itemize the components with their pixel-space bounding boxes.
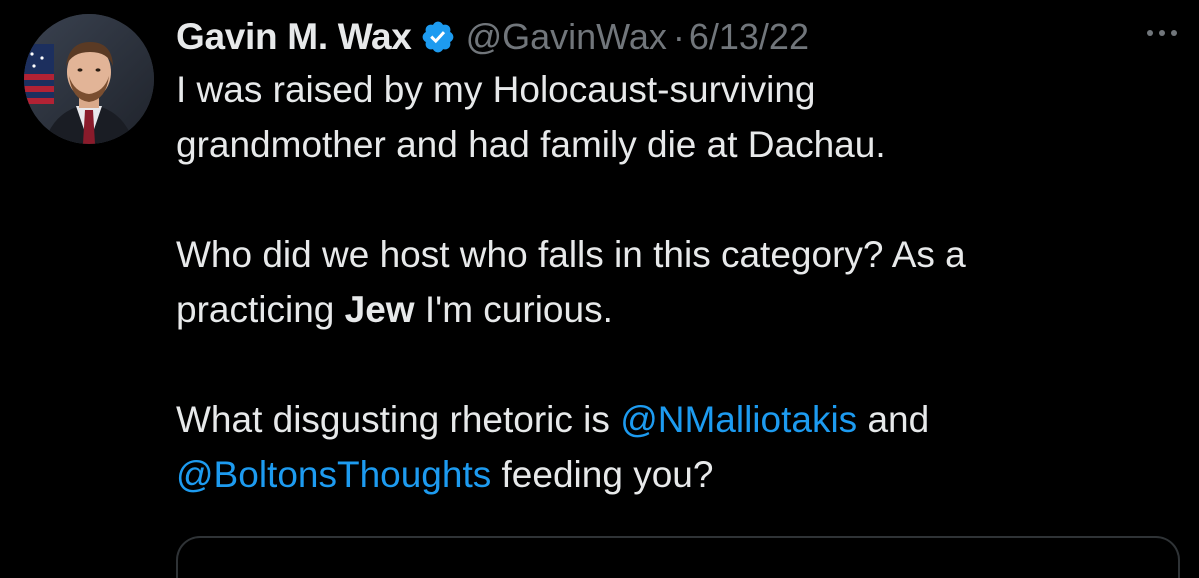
mention-link[interactable]: @BoltonsThoughts [176,454,491,495]
tweet-date[interactable]: 6/13/22 [689,16,809,58]
more-dot [1171,30,1177,36]
tweet-line: Who did we host who falls in this catego… [176,234,966,275]
text-segment: feeding you? [491,454,714,495]
text-segment: What disgusting rhetoric is [176,399,621,440]
tweet-line: @BoltonsThoughts feeding you? [176,447,1166,502]
avatar-photo [24,14,154,144]
more-options-icon[interactable] [1140,18,1184,48]
tweet-text: I was raised by my Holocaust-surviving g… [176,62,1166,502]
more-dot [1147,30,1153,36]
display-name[interactable]: Gavin M. Wax [176,16,412,58]
tweet-content: Gavin M. Wax @GavinWax · 6/13/22 I was r… [176,12,1166,502]
tweet-line: What disgusting rhetoric is @NMalliotaki… [176,392,1166,447]
text-segment: and [857,399,930,440]
text-segment: practicing [176,289,345,330]
separator-dot: · [672,16,685,57]
more-dot [1159,30,1165,36]
text-segment: I'm curious. [414,289,613,330]
verified-badge-icon[interactable] [420,19,456,55]
mention-link[interactable]: @NMalliotakis [620,399,857,440]
quoted-tweet-card[interactable] [176,536,1180,578]
tweet[interactable]: Gavin M. Wax @GavinWax · 6/13/22 I was r… [0,0,1199,578]
tweet-line: I was raised by my Holocaust-surviving [176,69,816,110]
tweet-header: Gavin M. Wax @GavinWax · 6/13/22 [176,12,1166,62]
avatar[interactable] [24,14,154,144]
bold-text: Jew [344,289,415,330]
tweet-line: grandmother and had family die at Dachau… [176,124,886,165]
user-handle[interactable]: @GavinWax [466,16,667,58]
tweet-line: practicing Jew I'm curious. [176,282,1166,337]
